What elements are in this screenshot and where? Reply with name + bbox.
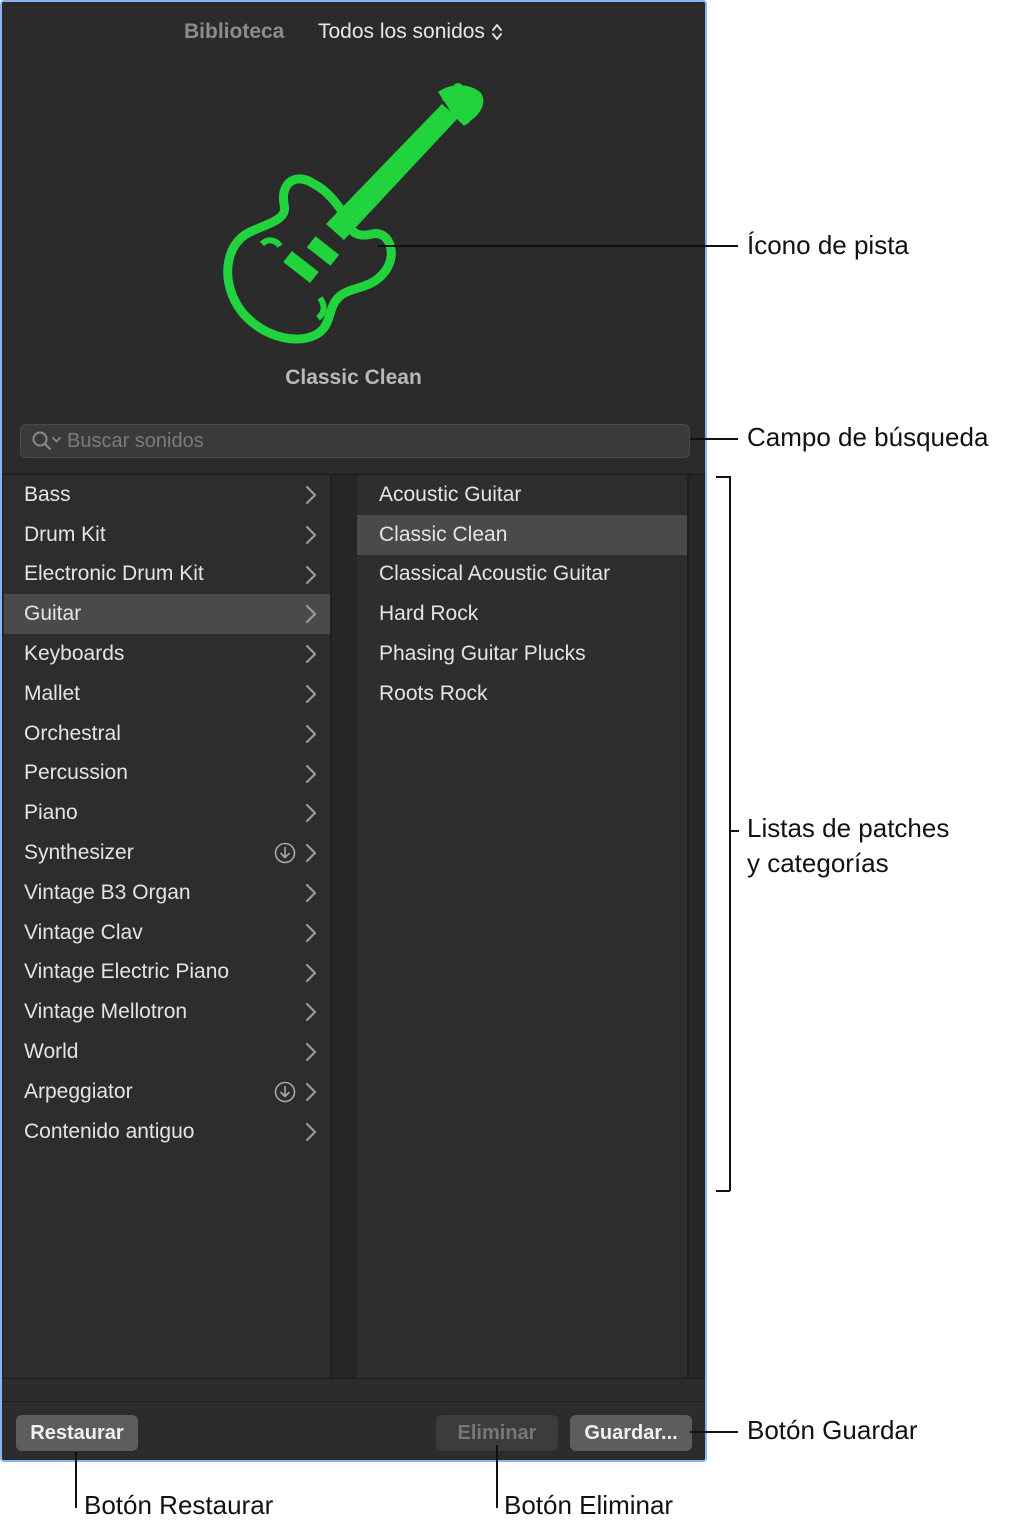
category-item[interactable]: Mallet (4, 674, 330, 714)
save-button[interactable]: Guardar... (570, 1415, 692, 1451)
category-item[interactable]: Orchestral (4, 714, 330, 754)
callout-save-button: Botón Guardar (747, 1415, 918, 1445)
restore-button[interactable]: Restaurar (16, 1415, 138, 1451)
callout-delete-button: Botón Eliminar (504, 1490, 674, 1520)
chevron-right-icon (304, 962, 318, 984)
category-item[interactable]: Vintage B3 Organ (4, 873, 330, 913)
category-label: Drum Kit (24, 522, 106, 546)
callout-track-icon: Ícono de pista (747, 230, 909, 260)
chevron-right-icon (304, 842, 318, 864)
callout-search-field: Campo de búsqueda (747, 422, 989, 452)
category-label: Electronic Drum Kit (24, 562, 204, 586)
patch-label: Acoustic Guitar (379, 482, 522, 506)
chevron-right-icon (304, 922, 318, 944)
category-item[interactable]: World (4, 1032, 330, 1072)
category-label: Vintage Clav (24, 920, 143, 944)
footer-divider (2, 1401, 705, 1402)
library-title: Biblioteca (184, 20, 285, 43)
category-label: Mallet (24, 681, 81, 705)
patch-label: Classical Acoustic Guitar (379, 562, 611, 586)
chevron-right-icon (304, 564, 318, 586)
chevron-right-icon (304, 1041, 318, 1063)
library-panel: Biblioteca Todos los sonidos Classic Cle… (0, 0, 707, 1462)
category-list[interactable]: Bass Drum Kit Electronic Drum Kit Guitar Key… (4, 475, 332, 1379)
library-footer: Restaurar Eliminar Guardar... (2, 1378, 705, 1460)
search-input[interactable] (65, 428, 689, 454)
library-header: Biblioteca Todos los sonidos Classic Cle… (2, 2, 705, 472)
category-label: Orchestral (24, 721, 121, 745)
patch-item[interactable]: Acoustic Guitar (357, 475, 687, 515)
chevron-right-icon (304, 1081, 318, 1103)
library-selector-label: Todos los sonidos (318, 20, 485, 43)
callout-lists-line1: Listas de patches (747, 813, 950, 843)
patch-item[interactable]: Classical Acoustic Guitar (357, 555, 687, 595)
bracket-bottom (716, 1190, 730, 1192)
category-item[interactable]: Vintage Mellotron (4, 992, 330, 1032)
category-item[interactable]: Percussion (4, 754, 330, 794)
category-item[interactable]: Arpeggiator (4, 1072, 330, 1112)
bracket-tick (729, 830, 739, 832)
category-item[interactable]: Vintage Clav (4, 913, 330, 953)
patch-label: Roots Rock (379, 681, 488, 705)
patch-label: Classic Clean (379, 522, 508, 546)
category-label: Bass (24, 482, 71, 506)
patch-item[interactable]: Roots Rock (357, 674, 687, 714)
bracket-top (716, 476, 730, 478)
guitar-icon (223, 83, 484, 344)
category-label: Contenido antiguo (24, 1119, 195, 1143)
category-label: Synthesizer (24, 841, 134, 865)
chevron-right-icon (304, 484, 318, 506)
chevron-right-icon (304, 524, 318, 546)
category-item[interactable]: Vintage Electric Piano (4, 953, 330, 993)
updown-chevron-icon (491, 22, 503, 42)
category-label: Guitar (24, 602, 82, 626)
category-label: Vintage B3 Organ (24, 880, 191, 904)
download-icon[interactable] (274, 1081, 296, 1103)
category-item[interactable]: Electronic Drum Kit (4, 555, 330, 595)
chevron-right-icon (304, 1121, 318, 1143)
category-label: Vintage Mellotron (24, 1000, 188, 1024)
category-item[interactable]: Synthesizer (4, 833, 330, 873)
category-label: Keyboards (24, 642, 125, 666)
patch-label: Hard Rock (379, 602, 479, 626)
category-label: World (24, 1040, 79, 1064)
bracket-vertical (729, 476, 731, 1191)
callout-restore-button: Botón Restaurar (84, 1490, 274, 1520)
callout-line-search (690, 438, 738, 440)
category-label: Vintage Electric Piano (24, 960, 230, 984)
callout-line-delete (496, 1445, 498, 1508)
patch-item[interactable]: Phasing Guitar Plucks (357, 634, 687, 674)
download-icon[interactable] (274, 842, 296, 864)
chevron-right-icon (304, 763, 318, 785)
patch-list[interactable]: Acoustic Guitar Classic Clean Classical Ac… (356, 475, 689, 1379)
category-item[interactable]: Drum Kit (4, 515, 330, 555)
chevron-right-icon (304, 882, 318, 904)
category-item[interactable]: Contenido antiguo (4, 1112, 330, 1152)
callout-line-restore (75, 1452, 77, 1508)
chevron-right-icon (304, 1001, 318, 1023)
category-item[interactable]: Keyboards (4, 634, 330, 674)
search-icon (31, 430, 65, 452)
patch-item[interactable]: Hard Rock (357, 594, 687, 634)
search-field[interactable] (20, 424, 690, 458)
callout-line-track-icon (378, 245, 738, 247)
category-item[interactable]: Bass (4, 475, 330, 515)
patch-name: Classic Clean (285, 366, 422, 389)
patch-label: Phasing Guitar Plucks (379, 642, 586, 666)
patch-browser: Bass Drum Kit Electronic Drum Kit Guitar Key… (2, 474, 705, 1379)
library-selector[interactable]: Todos los sonidos (318, 20, 503, 44)
category-label: Percussion (24, 761, 128, 785)
chevron-right-icon (304, 723, 318, 745)
callout-lists-line2: y categorías (747, 848, 889, 878)
chevron-right-icon (304, 603, 318, 625)
chevron-right-icon (304, 683, 318, 705)
chevron-right-icon (304, 802, 318, 824)
category-item[interactable]: Guitar (4, 594, 330, 635)
chevron-right-icon (304, 643, 318, 665)
category-item[interactable]: Piano (4, 793, 330, 833)
category-label: Arpeggiator (24, 1079, 133, 1103)
callout-line-save (690, 1431, 738, 1433)
patch-item[interactable]: Classic Clean (357, 514, 687, 555)
category-label: Piano (24, 801, 78, 825)
